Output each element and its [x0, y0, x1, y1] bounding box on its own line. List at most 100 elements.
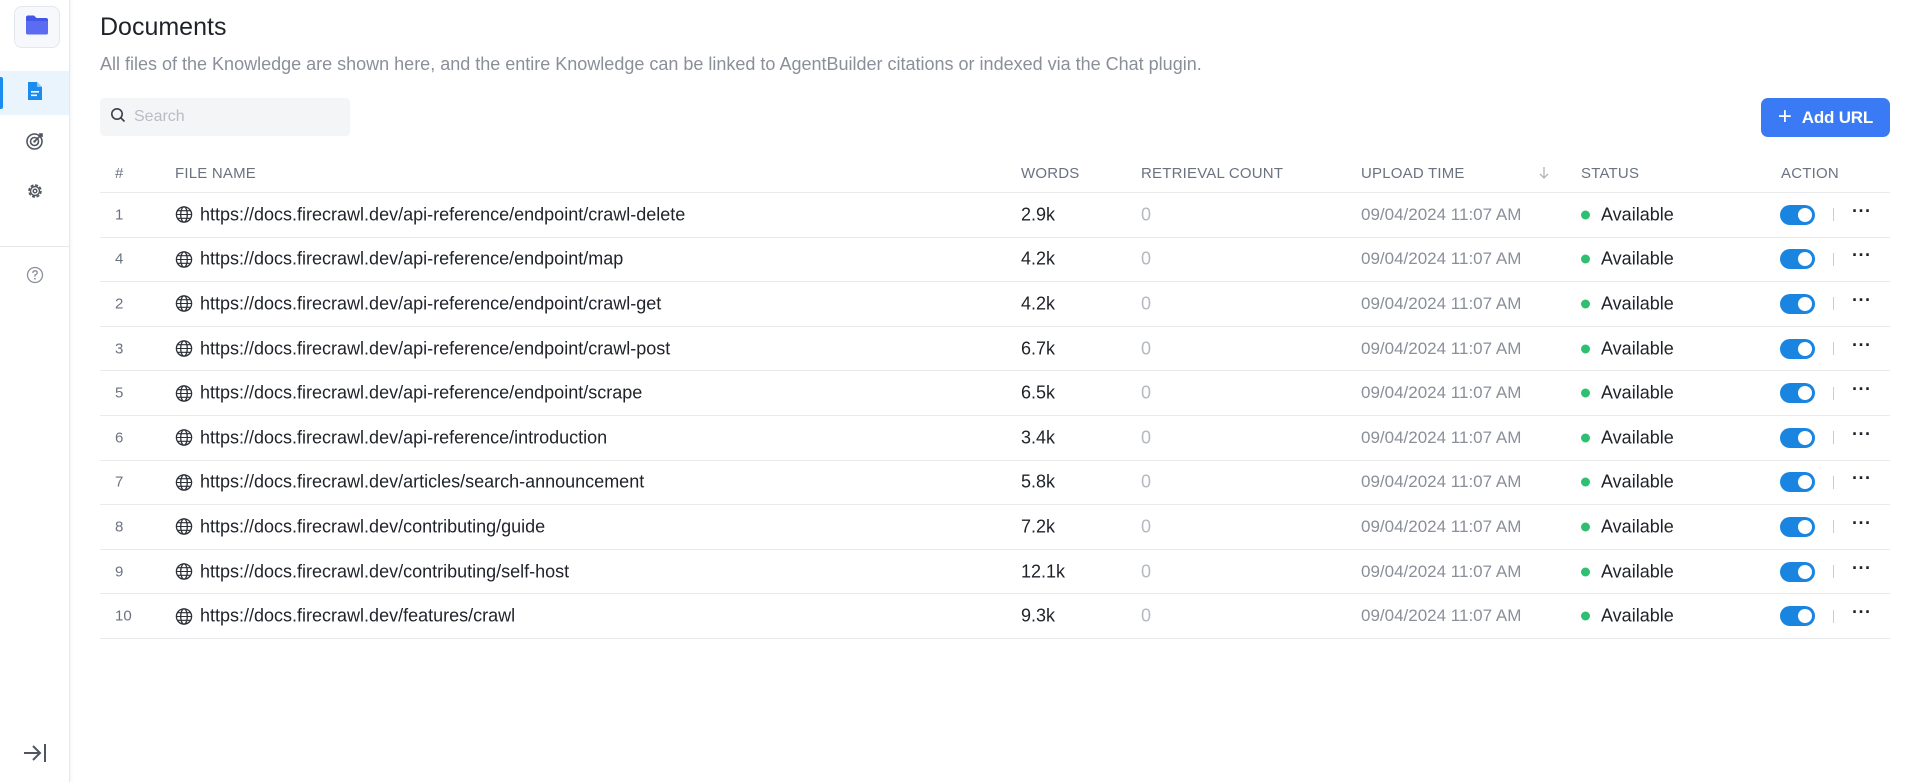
enable-toggle[interactable]	[1780, 338, 1815, 359]
globe-icon	[175, 429, 193, 447]
enable-toggle[interactable]	[1780, 293, 1815, 314]
enable-toggle[interactable]	[1780, 204, 1815, 225]
more-options-icon[interactable]: ···	[1852, 603, 1871, 621]
row-actions: ···	[1780, 336, 1871, 359]
status-dot	[1581, 567, 1590, 577]
table-row[interactable]: 1 https://docs.firecrawl.dev/api-referen…	[100, 193, 1890, 238]
row-number: 7	[115, 473, 124, 491]
table-row[interactable]: 4 https://docs.firecrawl.dev/api-referen…	[100, 238, 1890, 283]
plus-icon: +	[1777, 102, 1792, 130]
enable-toggle[interactable]	[1780, 606, 1815, 627]
status-text: Available	[1601, 516, 1674, 537]
table-row[interactable]: 7 https://docs.firecrawl.dev/articles/se…	[100, 461, 1890, 506]
action-divider	[1833, 208, 1834, 222]
header-file-name[interactable]: FILE NAME	[175, 165, 256, 182]
row-actions: ···	[1780, 469, 1871, 493]
upload-time: 09/04/2024 11:07 AM	[1361, 472, 1522, 492]
table-row[interactable]: 2 https://docs.firecrawl.dev/api-referen…	[100, 282, 1890, 327]
sort-arrow-down-icon[interactable]	[1538, 165, 1550, 186]
app-logo[interactable]	[14, 6, 60, 48]
collapse-icon	[22, 742, 48, 769]
table-row[interactable]: 9 https://docs.firecrawl.dev/contributin…	[100, 550, 1890, 595]
status-text: Available	[1601, 293, 1674, 314]
table-row[interactable]: 10 https://docs.firecrawl.dev/features/c…	[100, 594, 1890, 639]
status-text: Available	[1601, 471, 1674, 492]
more-options-icon[interactable]: ···	[1852, 469, 1871, 487]
more-options-icon[interactable]: ···	[1852, 559, 1871, 577]
nav-item-settings[interactable]	[0, 171, 69, 215]
file-name-cell[interactable]: https://docs.firecrawl.dev/contributing/…	[175, 561, 569, 582]
word-count: 4.2k	[1021, 293, 1056, 314]
row-actions: ···	[1780, 559, 1871, 582]
more-options-icon[interactable]: ···	[1852, 380, 1871, 398]
header-upload-time[interactable]: UPLOAD TIME	[1361, 165, 1465, 182]
file-name-cell[interactable]: https://docs.firecrawl.dev/api-reference…	[175, 427, 607, 448]
table-body: 1 https://docs.firecrawl.dev/api-referen…	[100, 193, 1890, 639]
more-options-icon[interactable]: ···	[1852, 202, 1871, 220]
action-divider	[1833, 609, 1834, 623]
status-dot	[1581, 388, 1590, 398]
sidebar-divider	[0, 246, 69, 247]
header-retrieval-count[interactable]: RETRIEVAL COUNT	[1141, 165, 1283, 182]
more-options-icon[interactable]: ···	[1852, 246, 1871, 264]
enable-toggle[interactable]	[1780, 516, 1815, 537]
retrieval-count: 0	[1141, 516, 1152, 537]
file-name-cell[interactable]: https://docs.firecrawl.dev/api-reference…	[175, 338, 670, 359]
more-options-icon[interactable]: ···	[1852, 514, 1871, 532]
add-url-button[interactable]: + Add URL	[1761, 98, 1890, 137]
upload-time: 09/04/2024 11:07 AM	[1361, 561, 1522, 581]
file-name: https://docs.firecrawl.dev/api-reference…	[200, 204, 686, 225]
table-row[interactable]: 3 https://docs.firecrawl.dev/api-referen…	[100, 327, 1890, 372]
table-row[interactable]: 8 https://docs.firecrawl.dev/contributin…	[100, 505, 1890, 550]
globe-icon	[175, 563, 193, 581]
more-options-icon[interactable]: ···	[1852, 291, 1871, 309]
enable-toggle[interactable]	[1780, 427, 1815, 448]
row-actions: ···	[1780, 291, 1871, 314]
file-name: https://docs.firecrawl.dev/api-reference…	[200, 427, 608, 448]
enable-toggle[interactable]	[1780, 249, 1815, 270]
retrieval-count: 0	[1141, 293, 1152, 314]
row-actions: ···	[1780, 202, 1871, 225]
enable-toggle[interactable]	[1780, 383, 1815, 404]
upload-time: 09/04/2024 11:07 AM	[1361, 293, 1522, 313]
status-dot	[1581, 477, 1590, 487]
file-name-cell[interactable]: https://docs.firecrawl.dev/api-reference…	[175, 383, 642, 404]
file-name-cell[interactable]: https://docs.firecrawl.dev/contributing/…	[175, 516, 545, 537]
enable-toggle[interactable]	[1780, 472, 1815, 493]
enable-toggle[interactable]	[1780, 561, 1815, 582]
gear-icon	[26, 182, 44, 205]
page-description: All files of the Knowledge are shown her…	[100, 54, 1202, 74]
nav-item-retrieval-test[interactable]	[0, 121, 69, 165]
table-row[interactable]: 6 https://docs.firecrawl.dev/api-referen…	[100, 416, 1890, 461]
upload-time: 09/04/2024 11:07 AM	[1361, 516, 1522, 536]
search-input[interactable]	[134, 108, 334, 126]
status-badge: Available	[1581, 427, 1674, 448]
file-name-cell[interactable]: https://docs.firecrawl.dev/api-reference…	[175, 204, 685, 225]
action-divider	[1833, 520, 1834, 534]
status-dot	[1581, 344, 1590, 354]
file-name-cell[interactable]: https://docs.firecrawl.dev/articles/sear…	[175, 472, 644, 493]
nav-item-help[interactable]	[0, 255, 69, 299]
file-name-cell[interactable]: https://docs.firecrawl.dev/api-reference…	[175, 293, 661, 314]
action-divider	[1833, 565, 1834, 579]
header-words[interactable]: WORDS	[1021, 165, 1080, 182]
file-name: https://docs.firecrawl.dev/contributing/…	[200, 561, 570, 582]
file-name: https://docs.firecrawl.dev/api-reference…	[200, 293, 662, 314]
file-name-cell[interactable]: https://docs.firecrawl.dev/features/craw…	[175, 606, 515, 627]
nav-item-documents[interactable]	[0, 71, 69, 115]
row-actions: ···	[1780, 246, 1871, 270]
retrieval-count: 0	[1141, 605, 1152, 626]
status-dot	[1581, 611, 1590, 621]
collapse-sidebar-button[interactable]	[20, 740, 50, 770]
more-options-icon[interactable]: ···	[1852, 425, 1871, 443]
more-options-icon[interactable]: ···	[1852, 336, 1871, 354]
search-box[interactable]	[100, 98, 350, 136]
status-text: Available	[1601, 605, 1674, 626]
status-badge: Available	[1581, 383, 1674, 404]
file-name: https://docs.firecrawl.dev/contributing/…	[200, 516, 546, 537]
header-status: STATUS	[1581, 165, 1640, 182]
status-text: Available	[1601, 248, 1674, 269]
table-row[interactable]: 5 https://docs.firecrawl.dev/api-referen…	[100, 371, 1890, 416]
retrieval-count: 0	[1141, 561, 1152, 582]
file-name-cell[interactable]: https://docs.firecrawl.dev/api-reference…	[175, 249, 623, 270]
